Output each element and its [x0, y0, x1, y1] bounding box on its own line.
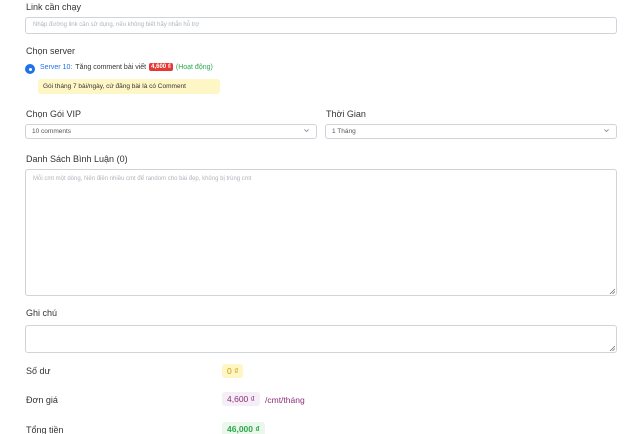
comments-placeholder: Mỗi cmt một dòng, Nên điền nhiều cmt để …	[33, 176, 252, 182]
server-note: Gói tháng 7 bài/ngày, cứ đăng bài là có …	[38, 79, 220, 94]
vip-select[interactable]: 10 comments	[25, 124, 317, 139]
duration-select-value: 1 Tháng	[332, 128, 356, 135]
duration-label: Thời Gian	[326, 109, 366, 119]
total-value: 46,000 ₫	[222, 422, 265, 434]
server-label: Chọn server	[26, 46, 76, 56]
server-description: Tăng comment bài viết	[75, 63, 147, 71]
radio-selected-icon[interactable]	[26, 65, 34, 73]
chevron-down-icon	[604, 129, 609, 133]
comments-label: Danh Sách Bình Luận (0)	[26, 154, 128, 164]
balance-value: 0 ₫	[222, 364, 244, 378]
server-name: Server 10:	[40, 63, 73, 71]
link-label: Link cần chạy	[26, 2, 82, 12]
resize-grip-icon[interactable]	[609, 288, 615, 294]
server-price-badge: 4,600 ₫	[149, 63, 173, 71]
chevron-down-icon	[304, 129, 309, 133]
resize-grip-icon[interactable]	[609, 345, 615, 351]
note-label: Ghi chú	[26, 308, 58, 318]
vip-label: Chọn Gói VIP	[26, 109, 82, 119]
unit-price-unit: /cmt/tháng	[265, 395, 305, 405]
link-placeholder: Nhập đường link cần sử dụng, nếu không b…	[33, 22, 200, 28]
balance-label: Số dư	[26, 366, 51, 376]
server-status: (Hoạt động)	[175, 63, 213, 71]
link-input[interactable]: Nhập đường link cần sử dụng, nếu không b…	[25, 17, 617, 34]
note-textarea[interactable]	[25, 325, 617, 353]
vip-select-value: 10 comments	[32, 128, 72, 135]
unit-price-label: Đơn giá	[26, 395, 58, 405]
comments-textarea[interactable]: Mỗi cmt một dòng, Nên điền nhiều cmt để …	[25, 169, 617, 296]
server-option-10[interactable]: Server 10: Tăng comment bài viết 4,600 ₫…	[40, 63, 213, 71]
unit-price-value: 4,600 ₫	[222, 392, 260, 406]
total-label: Tổng tiền	[26, 425, 64, 434]
duration-select[interactable]: 1 Tháng	[325, 124, 617, 139]
